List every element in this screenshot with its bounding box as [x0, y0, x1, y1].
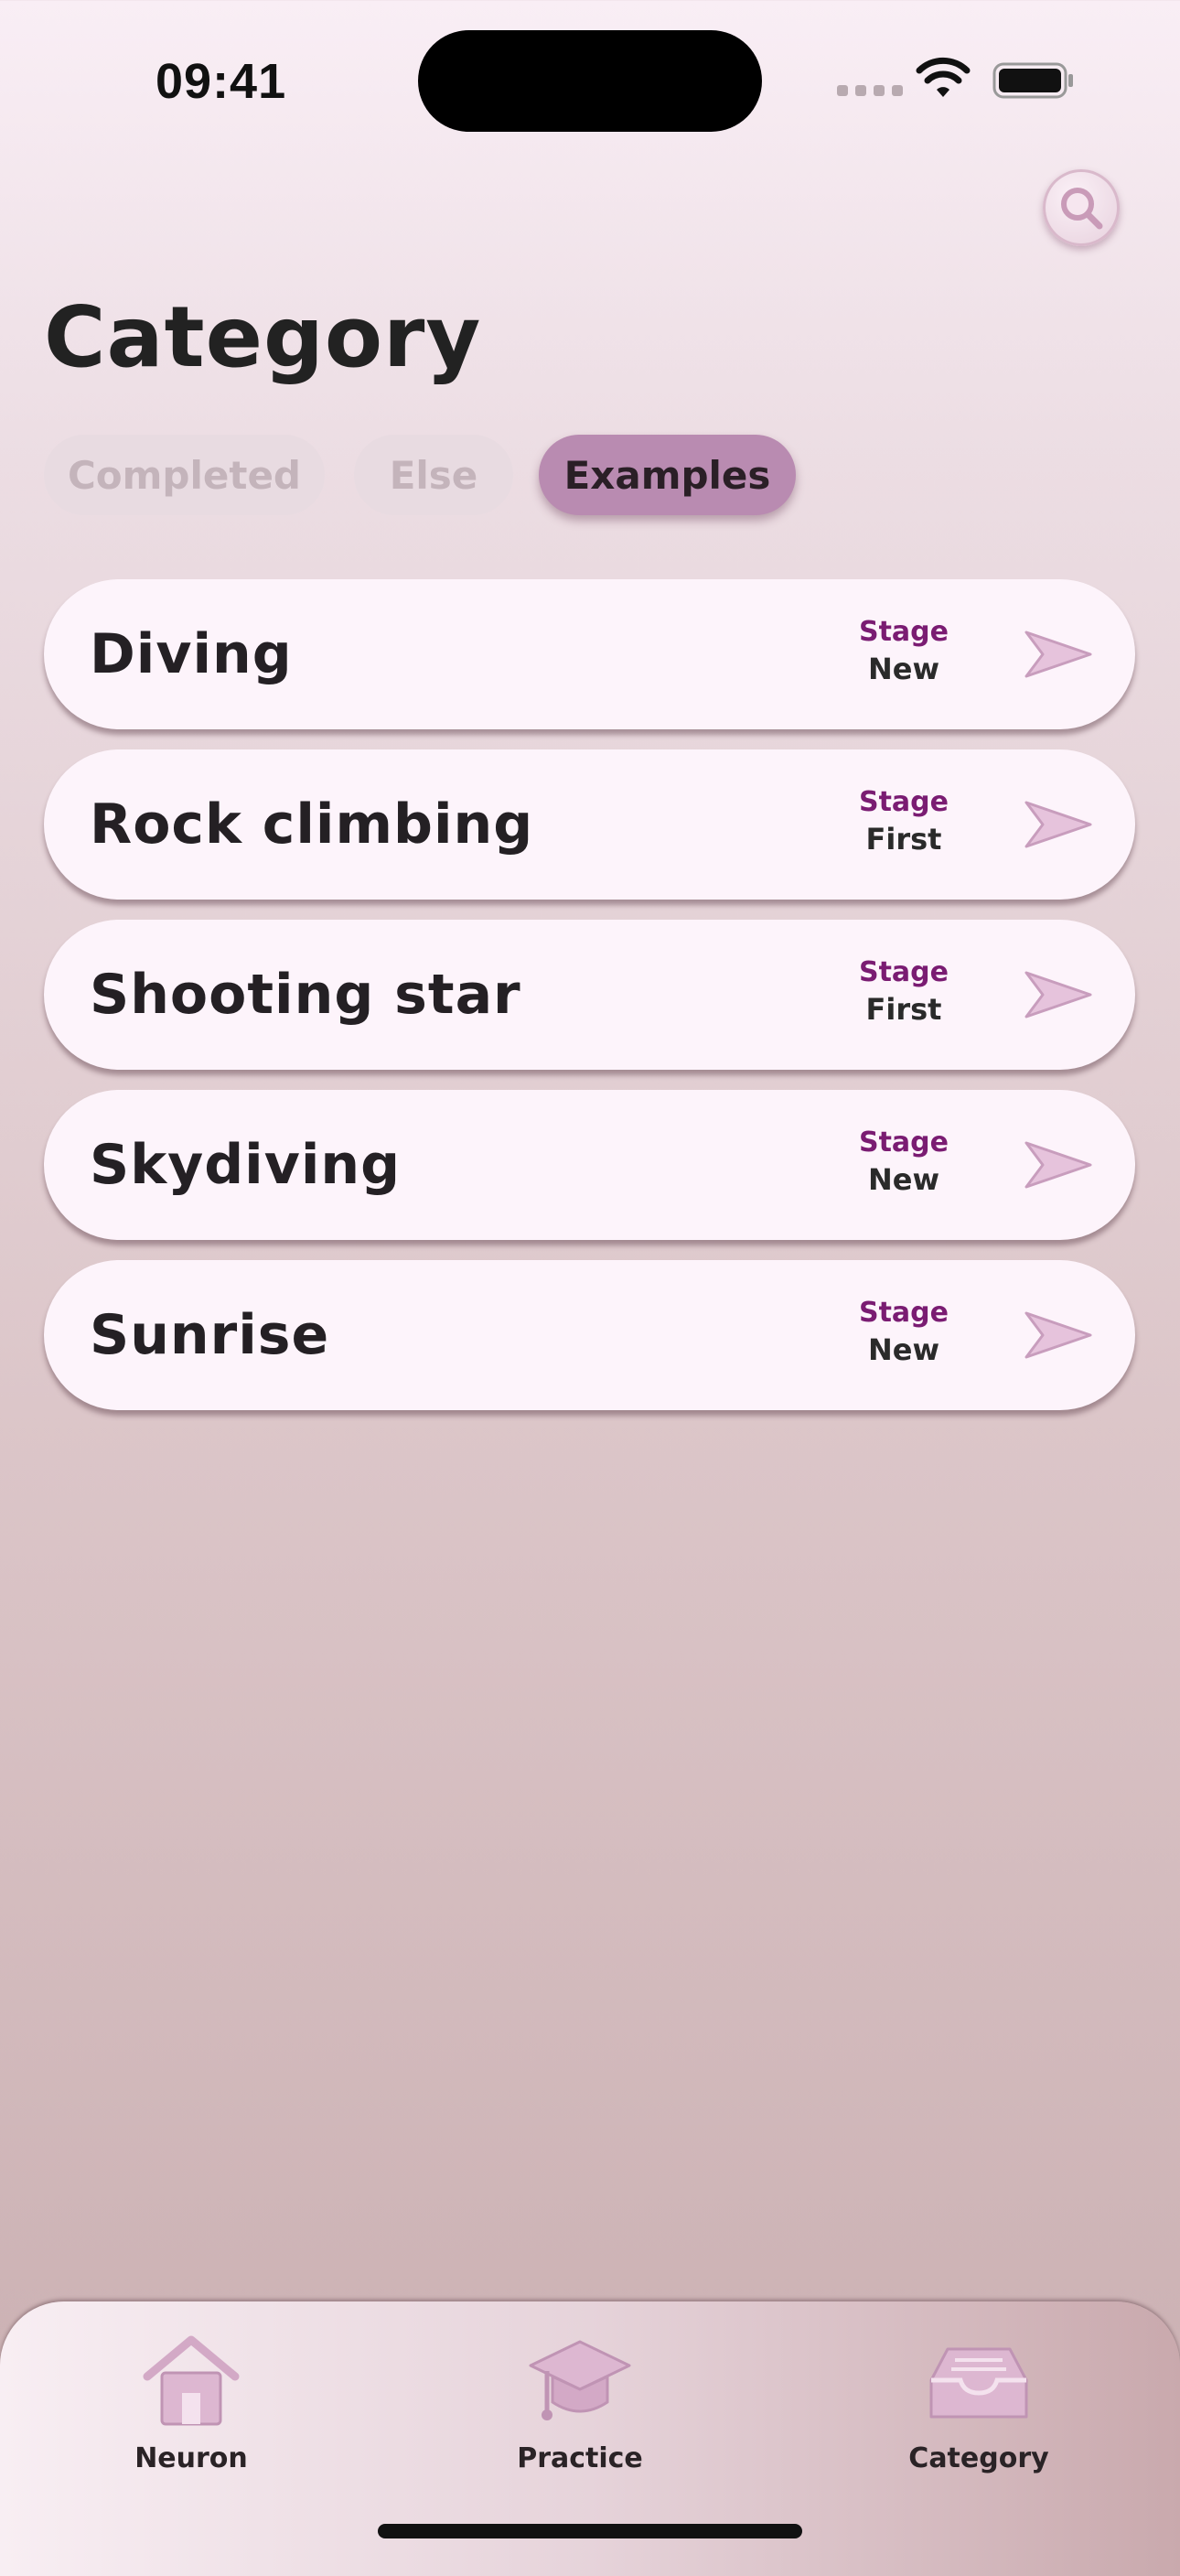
- wifi-icon: [916, 57, 971, 97]
- stage-value: New: [867, 652, 940, 686]
- search-button[interactable]: [1043, 169, 1120, 246]
- cellular-signal-icon: [837, 85, 903, 96]
- stage-label: Stage: [858, 786, 949, 818]
- tab-bar-item-neuron[interactable]: Neuron: [81, 2329, 301, 2474]
- tab-examples[interactable]: Examples: [539, 435, 796, 515]
- status-time: 09:41: [156, 54, 287, 109]
- arrow-right-icon: [1024, 631, 1092, 678]
- tab-bar-label: Category: [908, 2442, 1049, 2474]
- tab-completed[interactable]: Completed: [44, 435, 325, 515]
- arrow-right-icon: [1024, 1311, 1092, 1359]
- arrow-right-icon: [1024, 801, 1092, 848]
- stage-value: New: [867, 1332, 940, 1367]
- stage-info: Stage New: [849, 616, 959, 686]
- battery-icon: [992, 62, 1073, 99]
- item-title: Sunrise: [90, 1303, 330, 1367]
- stage-label: Stage: [858, 956, 949, 988]
- stage-info: Stage New: [849, 1297, 959, 1367]
- stage-value: First: [865, 822, 942, 857]
- tab-bar-item-category[interactable]: Category: [869, 2329, 1089, 2474]
- stage-info: Stage New: [849, 1126, 959, 1197]
- item-title: Rock climbing: [90, 792, 534, 857]
- page-title: Category: [44, 288, 482, 386]
- stage-info: Stage First: [849, 786, 959, 857]
- stage-label: Stage: [858, 1297, 949, 1329]
- tab-bar-label: Neuron: [134, 2442, 248, 2474]
- tab-bar-item-practice[interactable]: Practice: [470, 2329, 690, 2474]
- arrow-right-icon: [1024, 971, 1092, 1019]
- stage-label: Stage: [858, 616, 949, 648]
- list-item[interactable]: Shooting star Stage First: [44, 920, 1135, 1070]
- search-icon: [1061, 188, 1103, 230]
- list-item[interactable]: Rock climbing Stage First: [44, 749, 1135, 900]
- dynamic-island: [418, 30, 762, 132]
- inbox-tray-icon: [929, 2347, 1028, 2419]
- house-icon: [143, 2335, 240, 2426]
- item-title: Diving: [90, 622, 293, 686]
- tab-else[interactable]: Else: [354, 435, 513, 515]
- stage-info: Stage First: [849, 956, 959, 1027]
- item-title: Shooting star: [90, 963, 521, 1027]
- stage-label: Stage: [858, 1126, 949, 1159]
- stage-value: New: [867, 1162, 940, 1197]
- list-item[interactable]: Skydiving Stage New: [44, 1090, 1135, 1240]
- graduation-cap-icon: [529, 2340, 631, 2420]
- tab-bar-label: Practice: [517, 2442, 643, 2474]
- arrow-right-icon: [1024, 1141, 1092, 1189]
- item-title: Skydiving: [90, 1133, 402, 1197]
- list-item[interactable]: Sunrise Stage New: [44, 1260, 1135, 1410]
- stage-value: First: [865, 992, 942, 1027]
- home-indicator[interactable]: [378, 2524, 802, 2538]
- list-item[interactable]: Diving Stage New: [44, 579, 1135, 729]
